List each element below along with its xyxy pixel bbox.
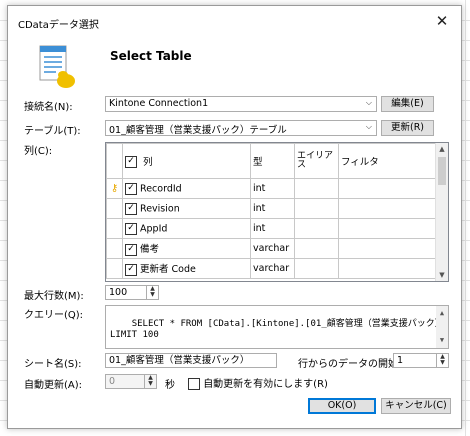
- sheet-name-input[interactable]: 01_顧客管理（営業支援パック）: [105, 353, 277, 368]
- stepper-arrows-icon[interactable]: ▲ ▼: [436, 354, 448, 367]
- table-value: 01_顧客管理（営業支援パック）テーブル: [109, 125, 287, 136]
- max-rows-stepper[interactable]: 100 ▲ ▼: [105, 285, 159, 300]
- column-name: Revision: [140, 203, 180, 214]
- column-alias[interactable]: [294, 258, 339, 279]
- row-header: [106, 258, 123, 279]
- auto-refresh-enable-label: 自動更新を有効にします(R): [203, 379, 328, 390]
- column-checkbox[interactable]: ✓: [125, 243, 137, 256]
- stepper-arrows-icon[interactable]: ▲ ▼: [144, 375, 156, 388]
- auto-refresh-unit: 秒: [165, 380, 175, 391]
- column-alias[interactable]: [294, 178, 339, 199]
- start-row-value: 1: [397, 355, 404, 366]
- max-rows-label: 最大行数(M):: [24, 291, 84, 302]
- column-type[interactable]: varchar: [250, 238, 295, 259]
- column-header-type[interactable]: 型: [250, 143, 295, 179]
- auto-refresh-value: 0: [109, 376, 116, 387]
- sheet-name-label: シート名(S):: [24, 359, 82, 370]
- ok-button[interactable]: OK(O): [308, 398, 376, 414]
- column-filter[interactable]: [338, 178, 437, 199]
- query-label: クエリー(Q):: [24, 310, 84, 321]
- columns-scrollbar[interactable]: ▲ ▼: [435, 143, 448, 281]
- max-rows-value: 100: [109, 287, 128, 298]
- connection-value: Kintone Connection1: [109, 98, 209, 109]
- auto-refresh-stepper[interactable]: 0 ▲ ▼: [105, 374, 157, 389]
- table-row[interactable]: ✓ 更新者 Code varchar: [106, 258, 437, 279]
- select-table-dialog: CDataデータ選択 ✕ Select Table 接続名(N): Kinton…: [7, 5, 462, 429]
- key-icon: ⚷: [106, 178, 123, 199]
- row-header: [106, 238, 123, 259]
- start-row-label: 行からのデータの開始: [298, 359, 398, 370]
- column-filter[interactable]: [338, 218, 437, 239]
- start-row-stepper[interactable]: 1 ▲ ▼: [393, 353, 449, 368]
- scroll-down-icon[interactable]: ▼: [436, 269, 448, 281]
- query-text: SELECT * FROM [CData].[Kintone].[01_顧客管理…: [110, 319, 445, 340]
- cancel-button[interactable]: キャンセル(C): [381, 398, 451, 414]
- edit-button[interactable]: 編集(E): [381, 96, 434, 112]
- connection-label: 接続名(N):: [24, 102, 73, 113]
- columns-label: 列(C):: [24, 146, 53, 157]
- auto-refresh-checkbox[interactable]: [188, 378, 200, 390]
- column-name: 備考: [140, 244, 160, 256]
- column-name: 更新者 Code: [140, 264, 196, 276]
- table-row[interactable]: ✓ AppId int: [106, 218, 437, 239]
- column-alias[interactable]: [294, 198, 339, 219]
- table-select[interactable]: 01_顧客管理（営業支援パック）テーブル ⌵: [105, 120, 377, 136]
- dialog-title: CDataデータ選択: [18, 20, 99, 31]
- column-alias[interactable]: [294, 238, 339, 259]
- columns-grid[interactable]: ✓ 列 型 エイリアス フィルタ ⚷ ✓ RecordId int ✓ Revi…: [105, 142, 449, 282]
- column-checkbox[interactable]: ✓: [125, 182, 137, 195]
- column-type[interactable]: int: [250, 198, 295, 219]
- stepper-arrows-icon[interactable]: ▲ ▼: [146, 286, 158, 299]
- dialog-heading: Select Table: [110, 49, 192, 63]
- query-textarea[interactable]: SELECT * FROM [CData].[Kintone].[01_顧客管理…: [105, 305, 449, 349]
- chevron-down-icon: ⌵: [365, 98, 372, 107]
- connection-select[interactable]: Kintone Connection1 ⌵: [105, 96, 377, 112]
- column-checkbox[interactable]: ✓: [125, 263, 137, 276]
- column-type[interactable]: int: [250, 178, 295, 199]
- column-filter[interactable]: [338, 198, 437, 219]
- column-type[interactable]: int: [250, 218, 295, 239]
- row-header: [106, 218, 123, 239]
- table-label: テーブル(T):: [24, 126, 81, 137]
- document-table-icon: [39, 45, 75, 88]
- column-header-alias[interactable]: エイリアス: [294, 143, 339, 179]
- column-checkbox[interactable]: ✓: [125, 202, 137, 215]
- auto-refresh-label: 自動更新(A):: [24, 380, 83, 391]
- column-name: AppId: [140, 223, 168, 234]
- column-filter[interactable]: [338, 258, 437, 279]
- chevron-down-icon: ⌵: [365, 122, 372, 131]
- table-row[interactable]: ✓ 備考 varchar: [106, 238, 437, 259]
- row-header-corner: [106, 143, 123, 179]
- column-alias[interactable]: [294, 218, 339, 239]
- column-header-filter[interactable]: フィルタ: [338, 143, 437, 179]
- table-row[interactable]: ⚷ ✓ RecordId int: [106, 178, 437, 199]
- column-checkbox[interactable]: ✓: [125, 222, 137, 235]
- auto-refresh-toggle[interactable]: 自動更新を有効にします(R): [188, 375, 328, 390]
- query-scrollbar[interactable]: ▲ ▼: [436, 306, 448, 348]
- column-type[interactable]: varchar: [250, 258, 295, 279]
- table-row[interactable]: ✓ Revision int: [106, 198, 437, 219]
- column-header-name[interactable]: ✓ 列: [122, 143, 251, 179]
- row-header: [106, 198, 123, 219]
- scroll-thumb[interactable]: [438, 157, 446, 185]
- close-icon[interactable]: ✕: [431, 11, 453, 31]
- select-all-checkbox[interactable]: ✓: [125, 156, 137, 169]
- scroll-up-icon[interactable]: ▲: [436, 143, 448, 155]
- column-filter[interactable]: [338, 238, 437, 259]
- refresh-button[interactable]: 更新(R): [381, 120, 434, 136]
- column-name: RecordId: [140, 183, 182, 194]
